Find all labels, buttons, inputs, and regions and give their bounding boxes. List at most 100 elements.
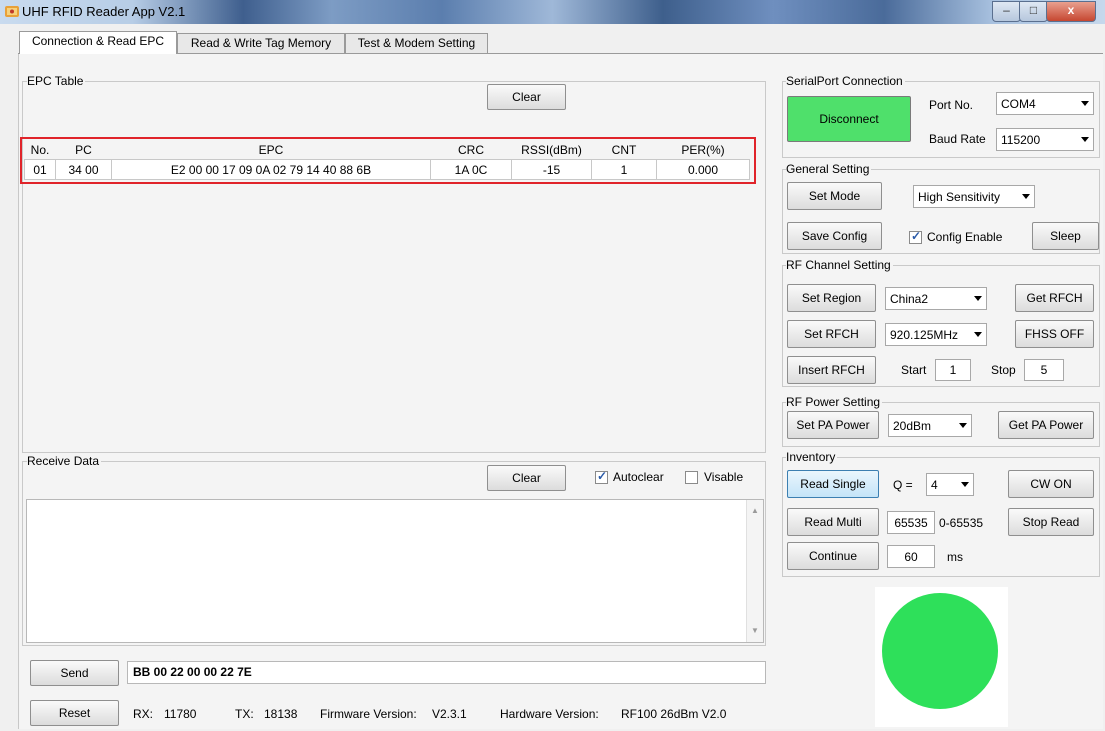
- cw-on-button[interactable]: CW ON: [1008, 470, 1094, 498]
- power-select[interactable]: 20dBm: [888, 414, 972, 437]
- cell-per: 0.000: [656, 159, 750, 180]
- rf-power-label: RF Power Setting: [786, 395, 883, 409]
- set-mode-button[interactable]: Set Mode: [787, 182, 882, 210]
- insert-rfch-button[interactable]: Insert RFCH: [787, 356, 876, 384]
- frequency-value: 920.125MHz: [890, 327, 959, 342]
- hardware-value: RF100 26dBm V2.0: [621, 707, 727, 721]
- visable-checkbox[interactable]: [685, 471, 698, 484]
- window-controls: – □ x: [992, 1, 1096, 22]
- port-no-label: Port No.: [929, 98, 974, 112]
- baud-rate-label: Baud Rate: [929, 132, 986, 146]
- start-label: Start: [901, 363, 927, 377]
- ms-label: ms: [947, 550, 963, 564]
- tab-connection-read-epc[interactable]: Connection & Read EPC: [19, 31, 177, 54]
- chevron-down-icon: [974, 295, 982, 301]
- scroll-down-icon[interactable]: ▼: [751, 626, 759, 635]
- epc-clear-button[interactable]: Clear: [487, 84, 566, 110]
- power-value: 20dBm: [893, 418, 932, 433]
- inventory-label: Inventory: [786, 450, 838, 464]
- send-command-input[interactable]: BB 00 22 00 00 22 7E: [127, 661, 766, 684]
- scroll-up-icon[interactable]: ▲: [751, 506, 759, 515]
- set-pa-power-button[interactable]: Set PA Power: [787, 411, 879, 439]
- epc-table: No. PC EPC CRC RSSI(dBm) CNT PER(%) 01 3…: [24, 141, 750, 180]
- receive-data-label: Receive Data: [27, 454, 102, 468]
- chevron-down-icon: [974, 331, 982, 337]
- hardware-label: Hardware Version:: [500, 707, 599, 721]
- sleep-button[interactable]: Sleep: [1032, 222, 1099, 250]
- firmware-value: V2.3.1: [432, 707, 467, 721]
- get-rfch-button[interactable]: Get RFCH: [1015, 284, 1094, 312]
- col-cnt: CNT: [611, 143, 637, 157]
- reset-button[interactable]: Reset: [30, 700, 119, 726]
- set-region-button[interactable]: Set Region: [787, 284, 876, 312]
- multi-count-input[interactable]: 65535: [887, 511, 935, 534]
- baud-rate-select[interactable]: 115200: [996, 128, 1094, 151]
- window-title: UHF RFID Reader App V2.1: [22, 4, 186, 19]
- q-value: 4: [931, 477, 938, 492]
- fhss-off-button[interactable]: FHSS OFF: [1015, 320, 1094, 348]
- col-crc: CRC: [458, 143, 484, 157]
- receive-clear-button[interactable]: Clear: [487, 465, 566, 491]
- cell-epc: E2 00 00 17 09 0A 02 79 14 40 88 6B: [111, 159, 431, 180]
- baud-rate-value: 115200: [1001, 132, 1041, 147]
- continue-button[interactable]: Continue: [787, 542, 879, 570]
- read-multi-button[interactable]: Read Multi: [787, 508, 879, 536]
- port-no-select[interactable]: COM4: [996, 92, 1094, 115]
- q-label: Q =: [893, 478, 913, 492]
- get-pa-power-button[interactable]: Get PA Power: [998, 411, 1094, 439]
- chevron-down-icon: [1081, 136, 1089, 142]
- epc-table-header: No. PC EPC CRC RSSI(dBm) CNT PER(%): [25, 141, 750, 160]
- stop-label: Stop: [991, 363, 1016, 377]
- set-rfch-button[interactable]: Set RFCH: [787, 320, 876, 348]
- cell-no: 01: [24, 159, 56, 180]
- chevron-down-icon: [1022, 193, 1030, 199]
- save-config-button[interactable]: Save Config: [787, 222, 882, 250]
- tab-read-write-tag-memory[interactable]: Read & Write Tag Memory: [177, 33, 345, 53]
- send-button[interactable]: Send: [30, 660, 119, 686]
- chevron-down-icon: [961, 481, 969, 487]
- close-button[interactable]: x: [1046, 1, 1096, 22]
- continue-interval-input[interactable]: 60: [887, 545, 935, 568]
- cell-pc: 34 00: [55, 159, 112, 180]
- config-enable-checkbox[interactable]: [909, 229, 922, 244]
- port-no-value: COM4: [1001, 96, 1036, 111]
- general-setting-label: General Setting: [786, 162, 872, 176]
- start-input[interactable]: 1: [935, 359, 971, 381]
- chevron-down-icon: [959, 422, 967, 428]
- col-epc: EPC: [258, 143, 284, 157]
- region-value: China2: [890, 291, 929, 306]
- col-no: No.: [30, 143, 50, 157]
- stop-input[interactable]: 5: [1024, 359, 1064, 381]
- minimize-button[interactable]: –: [992, 1, 1021, 22]
- status-indicator-icon: [882, 593, 998, 709]
- tx-value: 18138: [264, 707, 298, 721]
- receive-data-textarea[interactable]: [26, 499, 764, 643]
- firmware-label: Firmware Version:: [320, 707, 417, 721]
- visable-label: Visable: [704, 470, 744, 484]
- receive-scrollbar[interactable]: ▲ ▼: [746, 500, 763, 642]
- rx-label: RX:: [133, 707, 154, 721]
- mode-select[interactable]: High Sensitivity: [913, 185, 1035, 208]
- epc-table-label: EPC Table: [27, 74, 86, 88]
- chevron-down-icon: [1081, 100, 1089, 106]
- cell-crc: 1A 0C: [430, 159, 512, 180]
- rx-value: 11780: [164, 707, 197, 721]
- region-select[interactable]: China2: [885, 287, 987, 310]
- tab-test-modem-setting[interactable]: Test & Modem Setting: [345, 33, 488, 53]
- stop-read-button[interactable]: Stop Read: [1008, 508, 1094, 536]
- multi-range-label: 0-65535: [939, 516, 984, 530]
- disconnect-button[interactable]: Disconnect: [787, 96, 911, 142]
- cell-cnt: 1: [591, 159, 657, 180]
- read-single-button[interactable]: Read Single: [787, 470, 879, 498]
- config-enable-label: Config Enable: [927, 230, 1003, 244]
- mode-value: High Sensitivity: [918, 189, 1001, 204]
- app-icon: [4, 4, 20, 20]
- col-rssi: RSSI(dBm): [521, 143, 582, 157]
- autoclear-label: Autoclear: [613, 470, 664, 484]
- table-row[interactable]: 01 34 00 E2 00 00 17 09 0A 02 79 14 40 8…: [24, 159, 750, 180]
- frequency-select[interactable]: 920.125MHz: [885, 323, 987, 346]
- q-select[interactable]: 4: [926, 473, 974, 496]
- maximize-button[interactable]: □: [1019, 1, 1048, 22]
- autoclear-checkbox[interactable]: [595, 469, 608, 484]
- col-pc: PC: [75, 143, 92, 157]
